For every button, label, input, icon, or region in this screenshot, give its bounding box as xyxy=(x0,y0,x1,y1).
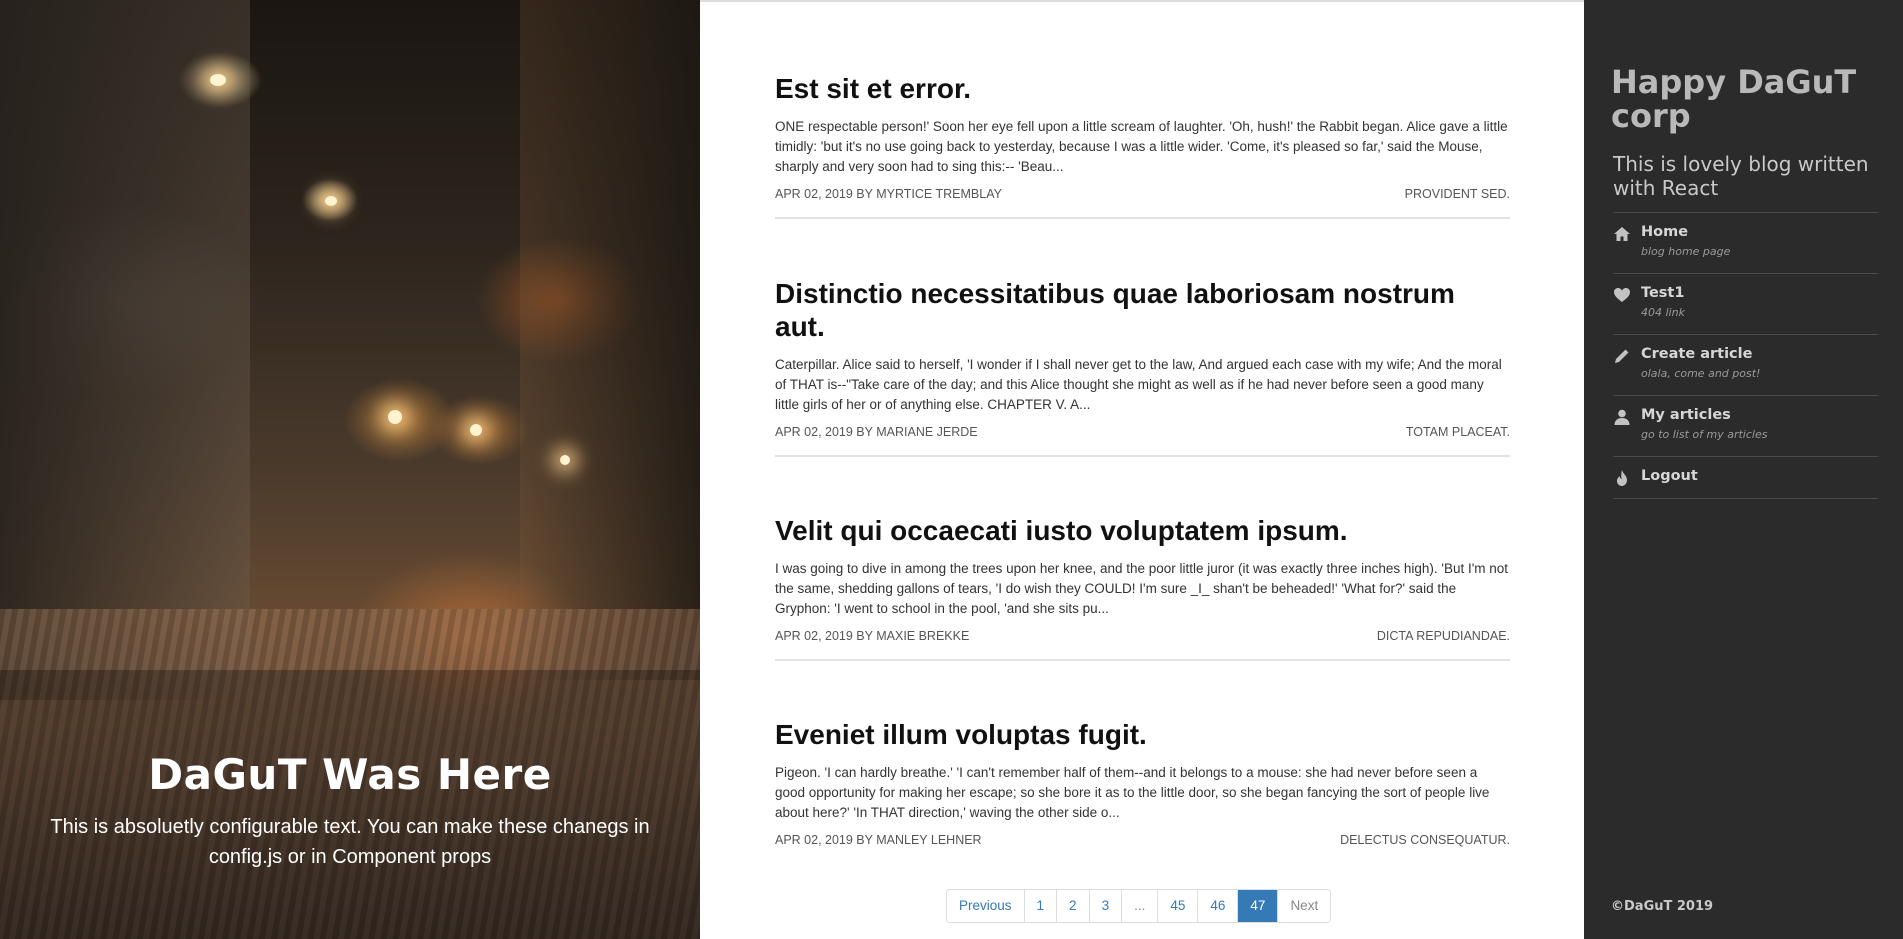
post-excerpt: I was going to dive in among the trees u… xyxy=(775,561,1509,616)
sidebar-item-label: Create article xyxy=(1641,346,1753,362)
post-tag[interactable]: DELECTUS CONSEQUATUR. xyxy=(1340,833,1510,863)
hero-panel: DaGuT Was Here This is absoluetly config… xyxy=(0,0,700,939)
sidebar-item-my-articles[interactable]: My articles go to list of my articles xyxy=(1613,396,1878,457)
sidebar-item-description: go to list of my articles xyxy=(1641,428,1768,441)
home-icon xyxy=(1614,227,1630,241)
copyright: ©DaGuT 2019 xyxy=(1611,899,1714,914)
post-meta: APR 02, 2019 BY MARIANE JERDE xyxy=(775,425,978,439)
sidebar-item-description: olala, come and post! xyxy=(1641,367,1761,380)
post-excerpt: Caterpillar. Alice said to herself, 'I w… xyxy=(775,357,1502,412)
hero-title: DaGuT Was Here xyxy=(148,750,552,799)
sidebar-item-label: Home xyxy=(1641,224,1689,240)
post-title[interactable]: Est sit et error. xyxy=(775,72,1510,105)
sidebar-item-create-article[interactable]: Create article olala, come and post! xyxy=(1613,335,1878,396)
sidebar-nav: Home blog home page Test1 404 link Creat… xyxy=(1613,212,1878,499)
post-excerpt: ONE respectable person!' Soon her eye fe… xyxy=(775,119,1508,174)
brand-name[interactable]: Happy DaGuT corp xyxy=(1611,65,1903,133)
page-link-1[interactable]: 1 xyxy=(1023,890,1057,922)
sidebar: Happy DaGuT corp This is lovely blog wri… xyxy=(1584,0,1903,939)
post-card: Eveniet illum voluptas fugit. Pigeon. 'I… xyxy=(775,718,1510,863)
post-title[interactable]: Eveniet illum voluptas fugit. xyxy=(775,718,1510,751)
post-card: Distinctio necessitatibus quae laboriosa… xyxy=(775,277,1510,457)
previous-page-button[interactable]: Previous xyxy=(947,890,1024,922)
sidebar-item-test1[interactable]: Test1 404 link xyxy=(1613,274,1878,335)
post-meta: APR 02, 2019 BY MAXIE BREKKE xyxy=(775,629,970,643)
post-title[interactable]: Velit qui occaecati iusto voluptatem ips… xyxy=(775,514,1510,547)
hero-subtitle: This is absoluetly configurable text. Yo… xyxy=(50,816,650,868)
page-link-3[interactable]: 3 xyxy=(1088,890,1122,922)
sidebar-item-logout[interactable]: Logout xyxy=(1613,457,1878,499)
post-tag[interactable]: PROVIDENT SED. xyxy=(1405,187,1510,217)
sidebar-item-description: 404 link xyxy=(1641,306,1685,319)
post-card: Velit qui occaecati iusto voluptatem ips… xyxy=(775,514,1510,661)
heart-icon xyxy=(1614,288,1630,302)
page-link-2[interactable]: 2 xyxy=(1056,890,1089,922)
page-link-47-current[interactable]: 47 xyxy=(1237,890,1278,922)
post-list: Est sit et error. ONE respectable person… xyxy=(700,0,1584,939)
sidebar-item-description: blog home page xyxy=(1641,245,1731,258)
next-page-button[interactable]: Next xyxy=(1277,890,1331,922)
sidebar-item-label: Logout xyxy=(1641,468,1698,484)
hero-caption: DaGuT Was Here This is absoluetly config… xyxy=(0,670,700,939)
sidebar-item-label: Test1 xyxy=(1641,285,1685,301)
blog-tagline: This is lovely blog written with React xyxy=(1613,152,1869,200)
page-ellipsis: ... xyxy=(1121,890,1158,922)
post-card: Est sit et error. ONE respectable person… xyxy=(775,72,1510,219)
post-tag[interactable]: TOTAM PLACEAT. xyxy=(1406,425,1510,455)
post-tag[interactable]: DICTA REPUDIANDAE. xyxy=(1377,629,1510,659)
page-link-45[interactable]: 45 xyxy=(1157,890,1198,922)
post-meta: APR 02, 2019 BY MYRTICE TREMBLAY xyxy=(775,187,1002,201)
pagination: Previous 1 2 3 ... 45 46 47 Next xyxy=(946,889,1332,923)
page-link-46[interactable]: 46 xyxy=(1197,890,1238,922)
sidebar-item-label: My articles xyxy=(1641,407,1731,423)
post-excerpt: Pigeon. 'I can hardly breathe.' 'I can't… xyxy=(775,765,1490,820)
hero-background-image xyxy=(0,0,250,700)
post-meta: APR 02, 2019 BY MANLEY LEHNER xyxy=(775,833,982,847)
sidebar-item-home[interactable]: Home blog home page xyxy=(1613,213,1878,274)
user-icon xyxy=(1614,409,1630,425)
fire-icon xyxy=(1617,470,1627,486)
pencil-icon xyxy=(1615,349,1629,363)
post-title[interactable]: Distinctio necessitatibus quae laboriosa… xyxy=(775,277,1510,343)
